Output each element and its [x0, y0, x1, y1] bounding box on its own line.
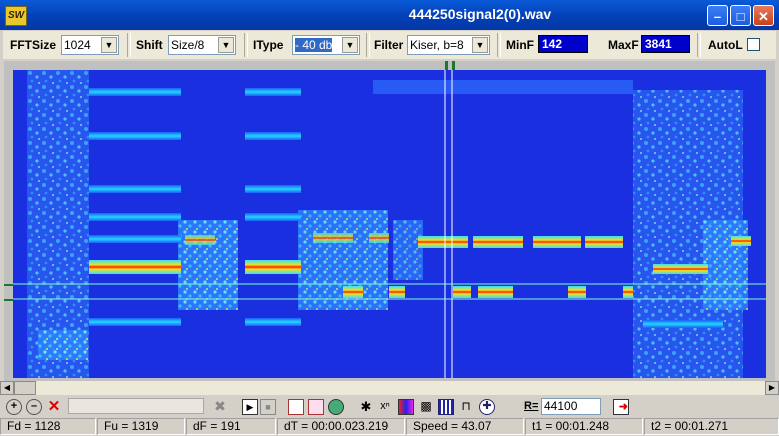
filter-select[interactable]: Kiser, b=8 ▼ — [407, 35, 490, 55]
gear-icon[interactable] — [328, 399, 344, 415]
itype-value: - 40 db — [295, 38, 333, 52]
toolbar-separator — [366, 33, 370, 57]
color-scale-icon[interactable] — [398, 399, 414, 415]
fftsize-value: 1024 — [64, 38, 91, 52]
app-icon[interactable]: SW — [5, 6, 27, 26]
chevron-down-icon[interactable]: ▼ — [101, 37, 117, 53]
stop-icon[interactable]: ■ — [260, 399, 276, 415]
freq-cursor-handle[interactable] — [4, 299, 13, 301]
sample-rate-input[interactable]: 44100 — [541, 398, 601, 415]
position-field[interactable] — [68, 398, 204, 414]
minf-label: MinF — [506, 38, 534, 52]
horizontal-scrollbar[interactable] — [0, 381, 779, 395]
maximize-button[interactable]: □ — [730, 5, 751, 26]
toolbar-separator — [697, 33, 701, 57]
status-fd: Fd = 1128 — [0, 418, 96, 435]
bars-icon[interactable]: ▩ — [418, 399, 434, 415]
toolbar-separator — [244, 33, 248, 57]
autol-label: AutoL — [708, 38, 743, 52]
shift-select[interactable]: Size/8 ▼ — [168, 35, 236, 55]
chart-icon[interactable] — [288, 399, 304, 415]
chevron-down-icon[interactable]: ▼ — [472, 37, 488, 53]
zoom-out-icon[interactable]: – — [26, 399, 42, 415]
status-t1: t1 = 00:01.248 — [525, 418, 643, 435]
rate-label: R= — [524, 400, 539, 412]
toolbar-separator — [127, 33, 131, 57]
chevron-down-icon[interactable]: ▼ — [342, 37, 358, 53]
status-df: dF = 191 — [186, 418, 276, 435]
scroll-left-arrow-icon[interactable]: ◀ — [0, 381, 14, 395]
crosshair-icon[interactable]: ✚ — [479, 399, 495, 415]
shift-label: Shift — [136, 38, 163, 52]
maxf-field[interactable]: 3841 — [641, 35, 690, 53]
scroll-right-arrow-icon[interactable]: ▶ — [765, 381, 779, 395]
zoom-reset-icon[interactable]: ✕ — [46, 399, 62, 415]
freq-cursor-handle[interactable] — [4, 284, 13, 286]
fftsize-label: FFTSize — [10, 38, 57, 52]
cut-icon[interactable]: ✖ — [212, 399, 228, 415]
maxf-label: MaxF — [608, 38, 639, 52]
chevron-down-icon[interactable]: ▼ — [218, 37, 234, 53]
window-title: 444250signal2(0).wav — [408, 6, 552, 22]
envelope-icon[interactable] — [308, 399, 324, 415]
toolbar-separator — [497, 33, 501, 57]
zoom-in-icon[interactable]: + — [6, 399, 22, 415]
status-dt: dT = 00:00.023.219 — [277, 418, 405, 435]
status-t2: t2 = 00:01.271 — [644, 418, 779, 435]
power-icon[interactable]: xⁿ — [377, 399, 393, 415]
itype-select[interactable]: - 40 db ▼ — [292, 35, 360, 55]
export-icon[interactable]: ➜ — [613, 399, 629, 415]
play-icon[interactable]: ▶ — [242, 399, 258, 415]
minf-field[interactable]: 142 — [538, 35, 588, 53]
status-fu: Fu = 1319 — [97, 418, 185, 435]
minimize-button[interactable]: – — [707, 5, 728, 26]
fftsize-select[interactable]: 1024 ▼ — [61, 35, 119, 55]
time-cursor-handle[interactable] — [452, 61, 455, 70]
spectrogram-display[interactable] — [13, 70, 766, 378]
scroll-thumb[interactable] — [14, 381, 36, 395]
asterisk-icon[interactable]: ✱ — [358, 399, 374, 415]
itype-label: IType — [253, 38, 284, 52]
shift-value: Size/8 — [171, 38, 205, 52]
time-cursor-handle[interactable] — [445, 61, 448, 70]
waveform-icon[interactable] — [438, 399, 454, 415]
pulse-icon[interactable]: ⊓ — [458, 399, 474, 415]
autol-checkbox[interactable] — [747, 38, 760, 51]
close-button[interactable]: ✕ — [753, 5, 774, 26]
status-speed: Speed = 43.07 — [406, 418, 524, 435]
filter-label: Filter — [374, 38, 404, 52]
filter-value: Kiser, b=8 — [410, 38, 464, 52]
